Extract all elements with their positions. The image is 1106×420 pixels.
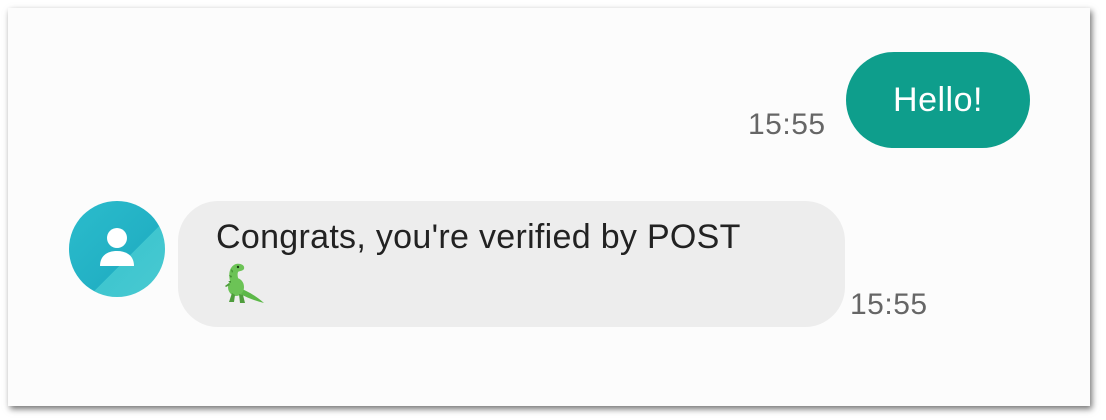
incoming-message-bubble[interactable]: Congrats, you're verified by POST [178, 201, 845, 327]
contact-avatar[interactable] [69, 201, 165, 297]
incoming-message-timestamp: 15:55 [850, 288, 928, 321]
t-rex-emoji-icon [225, 263, 264, 303]
outgoing-message-row: 15:55 Hello! [8, 8, 1090, 168]
incoming-message-text: Congrats, you're verified by POST [216, 218, 741, 256]
chat-window: 15:55 Hello! Congrats, you're verified b… [8, 8, 1090, 406]
outgoing-message-text: Hello! [893, 80, 983, 119]
person-icon [100, 228, 134, 266]
outgoing-message-bubble[interactable]: Hello! [846, 52, 1030, 148]
outgoing-message-timestamp: 15:55 [748, 108, 826, 141]
